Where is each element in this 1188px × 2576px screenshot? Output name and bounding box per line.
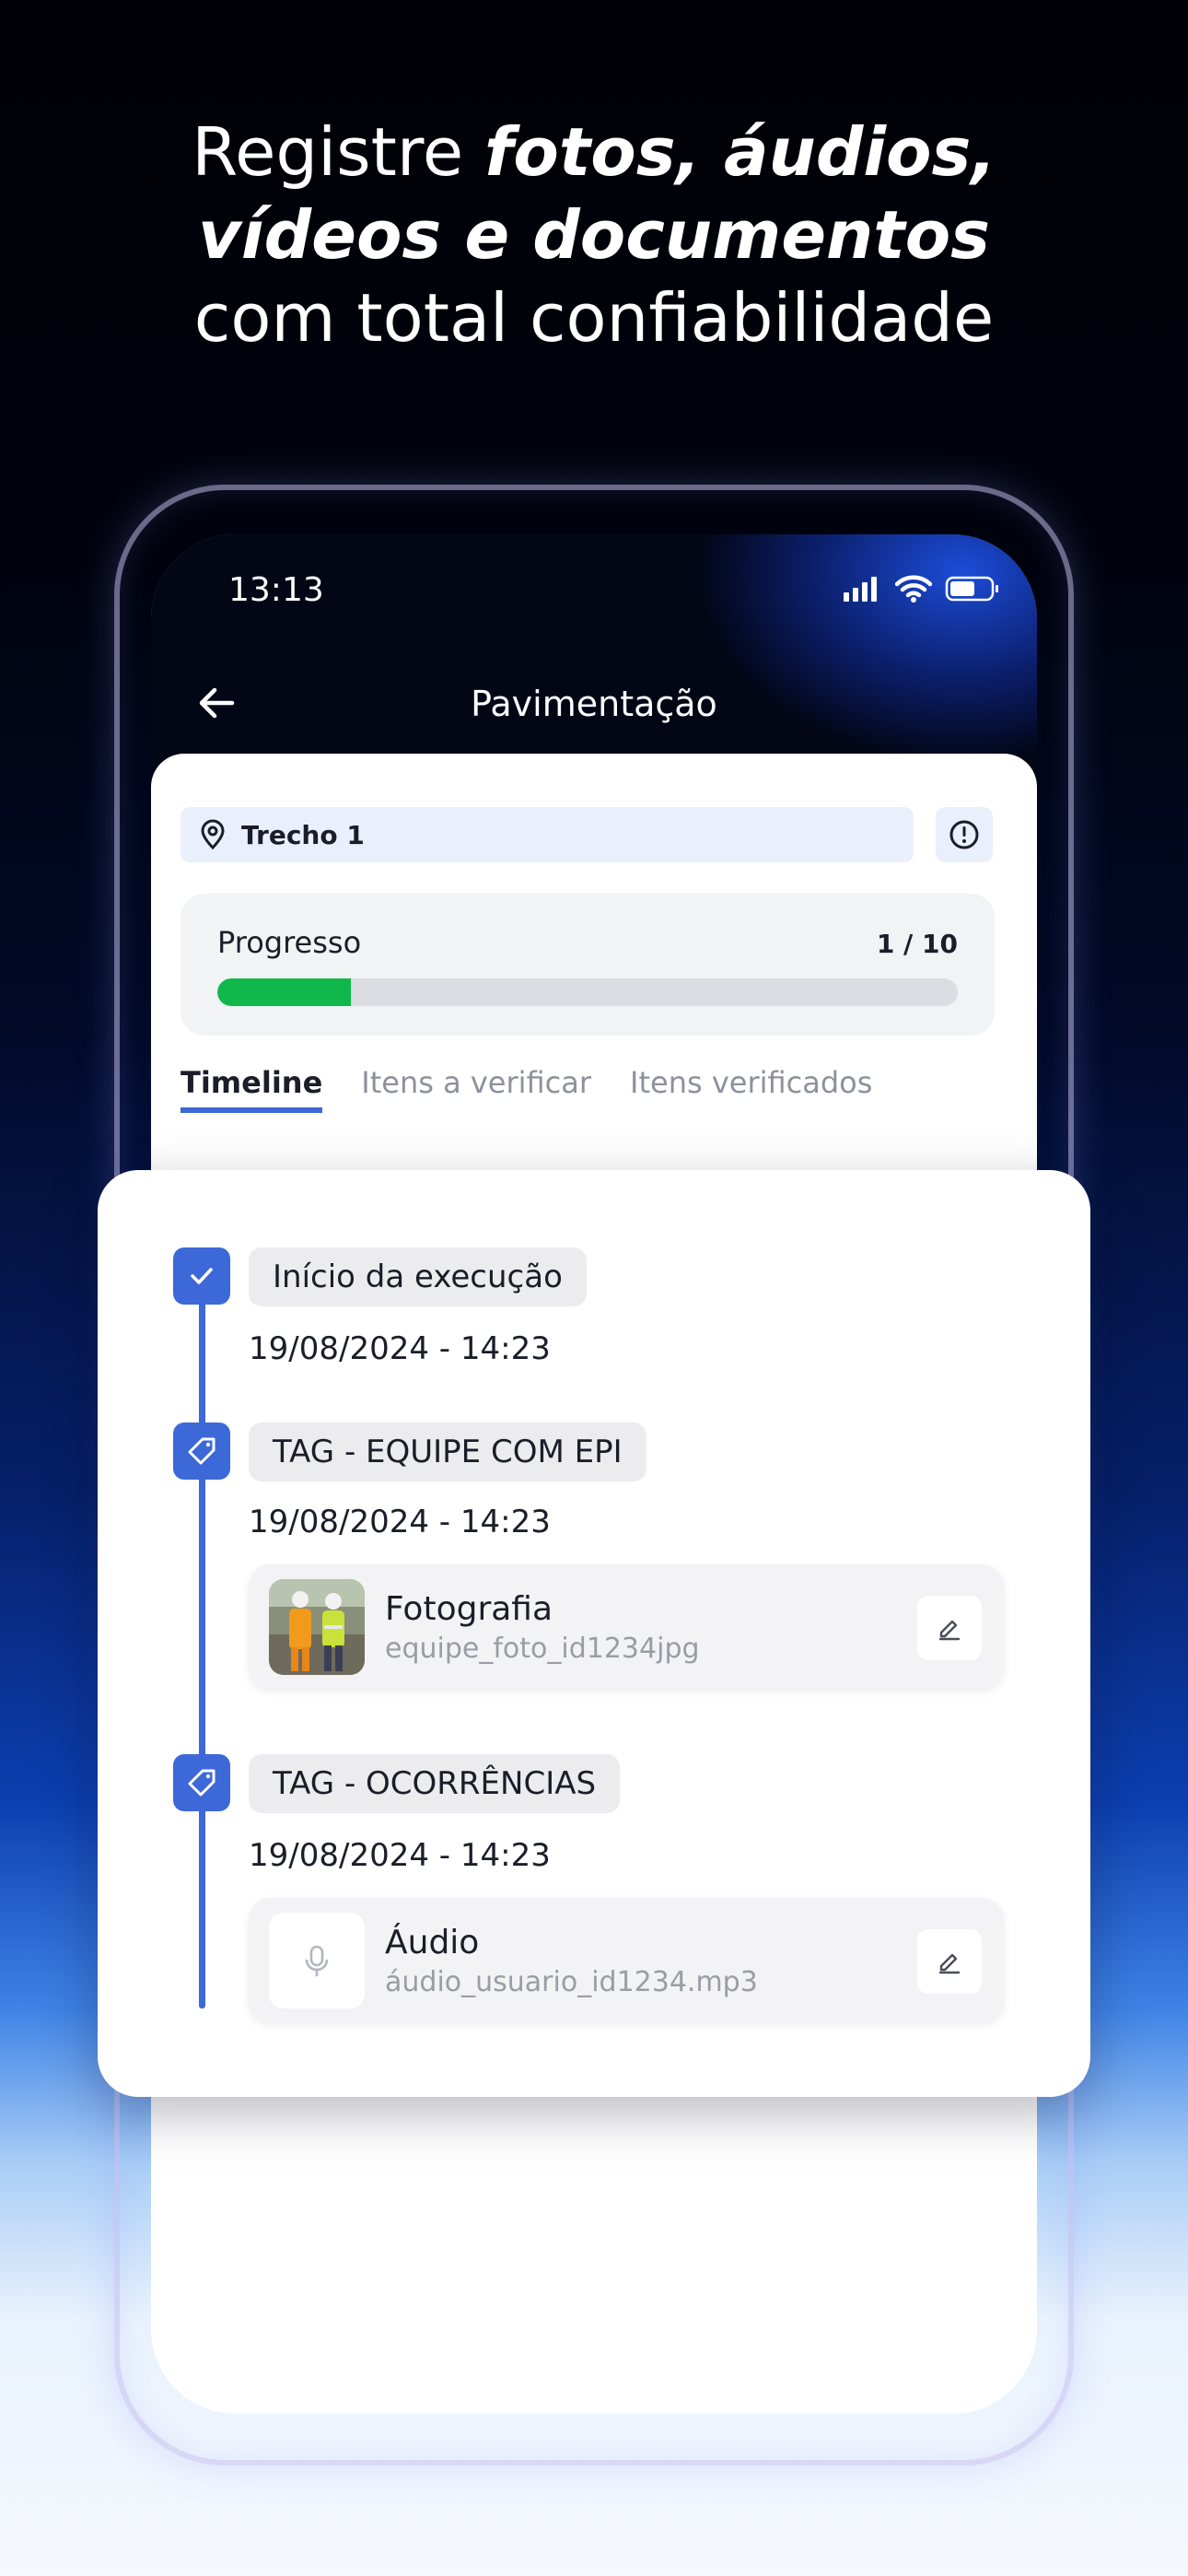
progress-bar-fill	[217, 978, 351, 1006]
headline-plain-text: Registre	[192, 113, 485, 191]
attachment-filename: áudio_usuario_id1234.mp3	[385, 1966, 758, 1998]
pencil-icon	[938, 1620, 961, 1641]
location-chip[interactable]: Trecho 1	[181, 807, 914, 862]
info-button[interactable]	[936, 807, 993, 862]
tab-timeline[interactable]: Timeline	[181, 1065, 323, 1113]
timeline-node-tag	[173, 1754, 230, 1811]
pencil-icon	[938, 1953, 961, 1974]
audio-thumbnail	[269, 1913, 365, 2008]
timeline-card: Início da execução 19/08/2024 - 14:23 TA…	[98, 1170, 1090, 2097]
headline-line-3: com total confiabilidade	[193, 279, 995, 357]
microphone-icon	[305, 1945, 329, 1977]
signal-icon	[844, 577, 877, 602]
edit-attachment-button[interactable]	[917, 1929, 982, 1994]
status-icons	[842, 575, 1000, 603]
timeline-item-title: TAG - EQUIPE COM EPI	[249, 1423, 646, 1481]
map-pin-icon	[201, 819, 225, 850]
headline-emphasis: fotos, áudios,	[484, 113, 996, 191]
timeline-connector	[199, 1255, 205, 2008]
attachment-filename: equipe_foto_id1234jpg	[385, 1633, 700, 1665]
attachment-photo[interactable]: Fotografia equipe_foto_id1234jpg	[249, 1564, 1004, 1688]
headline-line-2: vídeos e documentos	[197, 196, 991, 274]
timeline-item-date: 19/08/2024 - 14:23	[249, 1837, 551, 1874]
location-label: Trecho 1	[241, 819, 365, 850]
tag-icon	[188, 1437, 215, 1465]
tag-icon	[188, 1769, 215, 1797]
timeline-node-tag	[173, 1423, 230, 1480]
photo-thumbnail	[269, 1579, 365, 1675]
status-time: 13:13	[228, 571, 324, 609]
progress-label: Progresso	[217, 925, 362, 960]
check-icon	[191, 1268, 213, 1284]
timeline-item-title: TAG - OCORRÊNCIAS	[249, 1754, 621, 1813]
promo-headline: Registre fotos, áudios, vídeos e documen…	[0, 111, 1188, 359]
progress-bar	[217, 978, 958, 1006]
edit-attachment-button[interactable]	[917, 1596, 982, 1660]
workers-photo-icon	[269, 1579, 365, 1675]
timeline-item-date: 19/08/2024 - 14:23	[249, 1330, 551, 1367]
alert-circle-icon	[949, 820, 979, 849]
timeline-item-date: 19/08/2024 - 14:23	[249, 1504, 551, 1540]
timeline-item-title: Início da execução	[249, 1247, 587, 1306]
progress-card: Progresso 1 / 10	[181, 894, 995, 1036]
page-title: Pavimentação	[471, 684, 717, 724]
tab-bar: Timeline Itens a verificar Itens verific…	[181, 1065, 872, 1113]
battery-icon	[945, 576, 998, 602]
attachment-audio[interactable]: Áudio áudio_usuario_id1234.mp3	[249, 1898, 1004, 2021]
progress-count: 1 / 10	[876, 929, 958, 959]
headline-line-1: Registre fotos, áudios,	[0, 111, 1188, 193]
tab-itens-verificados[interactable]: Itens verificados	[630, 1065, 872, 1113]
attachment-title: Fotografia	[385, 1590, 553, 1628]
wifi-icon	[895, 575, 932, 603]
tab-itens-a-verificar[interactable]: Itens a verificar	[361, 1065, 591, 1113]
timeline-node-check	[173, 1247, 230, 1305]
attachment-title: Áudio	[385, 1924, 480, 1961]
